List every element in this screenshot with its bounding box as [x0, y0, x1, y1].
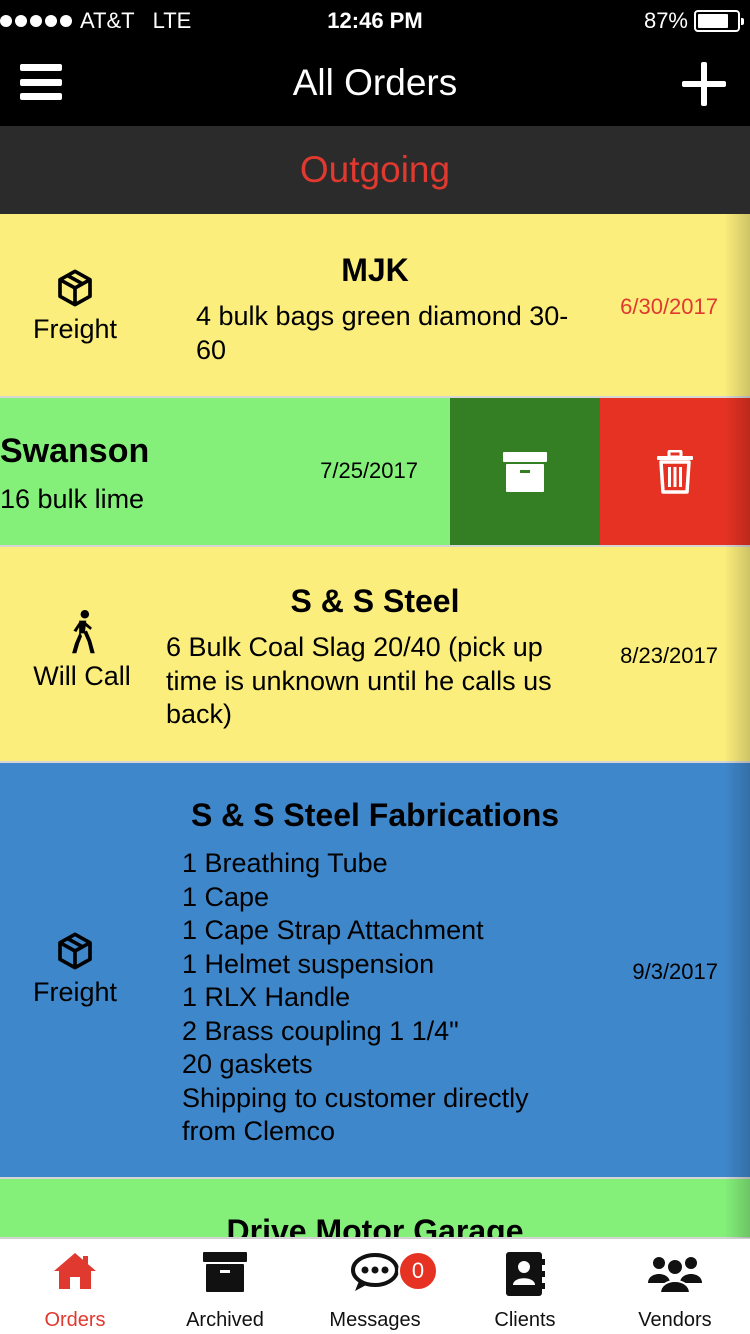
order-description: 6 Bulk Coal Slag 20/40 (pick up time is … [166, 632, 552, 729]
order-date: 8/23/2017 [620, 643, 718, 668]
page-title: All Orders [292, 62, 458, 103]
order-row[interactable]: Will Call S & S Steel 6 Bulk Coal Slag 2… [0, 547, 750, 763]
archive-box-icon [203, 1252, 247, 1292]
description-line: 1 Cape Strap Attachment [182, 915, 484, 945]
order-date: 6/30/2017 [620, 294, 718, 319]
status-right: 87% [643, 8, 744, 34]
client-name: Swanson [0, 432, 150, 470]
archive-box-icon [503, 451, 547, 492]
description-line: 20 gaskets [182, 1049, 313, 1079]
unread-messages-badge: 0 [398, 1251, 438, 1291]
order-row-swiped[interactable]: Swanson 16 bulk lime 7/25/2017 [0, 398, 750, 547]
order-description: 16 bulk lime [0, 484, 145, 514]
order-row[interactable]: Freight MJK 4 bulk bags green diamond 30… [0, 214, 750, 398]
client-name: Drive Motor Garage [226, 1213, 524, 1239]
group-icon [648, 1257, 702, 1294]
navigation-bar: All Orders [0, 40, 750, 126]
tab-label: Vendors [638, 1309, 712, 1331]
order-date: 9/3/2017 [632, 959, 718, 984]
tab-clients[interactable]: Clients [450, 1239, 600, 1334]
order-row[interactable]: Drive Motor Garage [0, 1179, 750, 1239]
tab-bar: Orders Archived Messages Clients Vendors [0, 1238, 750, 1334]
tab-label: Messages [329, 1309, 421, 1331]
status-bar: AT&T LTE 12:46 PM 87% [0, 0, 750, 40]
client-name: MJK [341, 252, 409, 288]
description-line: 2 Brass coupling 1 1/4" [182, 1015, 459, 1046]
shipping-method: Will Call [0, 609, 164, 692]
description-line: 1 Cape [182, 881, 270, 912]
shipping-label: Freight [32, 977, 118, 1007]
tab-archived[interactable]: Archived [150, 1239, 300, 1334]
shipping-method: Freight [0, 931, 150, 1008]
order-date: 7/25/2017 [320, 458, 418, 483]
chat-bubble-icon [351, 1253, 399, 1291]
delete-button[interactable] [600, 398, 750, 545]
walking-person-icon [72, 610, 95, 654]
section-header-outgoing: Outgoing [0, 126, 750, 214]
order-description: 1 Breathing Tube 1 Cape 1 Cape Strap Att… [182, 847, 592, 1149]
home-icon [54, 1253, 96, 1289]
plus-icon[interactable] [682, 62, 726, 106]
package-icon [58, 932, 92, 970]
shipping-label: Will Call [33, 661, 131, 691]
description-line: Shipping to customer directly [182, 1082, 529, 1113]
tab-label: Archived [186, 1309, 264, 1331]
tab-label: Orders [44, 1309, 106, 1331]
shipping-method: Freight [0, 268, 150, 345]
client-name: S & S Steel [290, 583, 460, 619]
description-line: 1 Helmet suspension [182, 948, 435, 979]
status-time: 12:46 PM [327, 8, 423, 33]
tab-label: Clients [494, 1309, 556, 1331]
description-line: 1 Breathing Tube [182, 848, 388, 878]
tab-orders[interactable]: Orders [0, 1239, 150, 1334]
tab-vendors[interactable]: Vendors [600, 1239, 750, 1334]
package-icon [58, 269, 92, 307]
trash-icon [657, 449, 693, 494]
contacts-book-icon [506, 1252, 545, 1296]
shipping-label: Freight [32, 314, 118, 344]
battery-icon [694, 10, 744, 32]
client-name: S & S Steel Fabrications [190, 797, 560, 833]
order-content: Swanson 16 bulk lime 7/25/2017 [0, 398, 450, 545]
order-row[interactable]: Freight S & S Steel Fabrications 1 Breat… [0, 763, 750, 1179]
order-description: 4 bulk bags green diamond 30-60 [196, 301, 569, 365]
description-line: 1 RLX Handle [182, 982, 351, 1012]
archive-button[interactable] [450, 398, 600, 545]
battery-percent: 87% [643, 8, 688, 33]
description-line: from Clemco [182, 1116, 336, 1146]
